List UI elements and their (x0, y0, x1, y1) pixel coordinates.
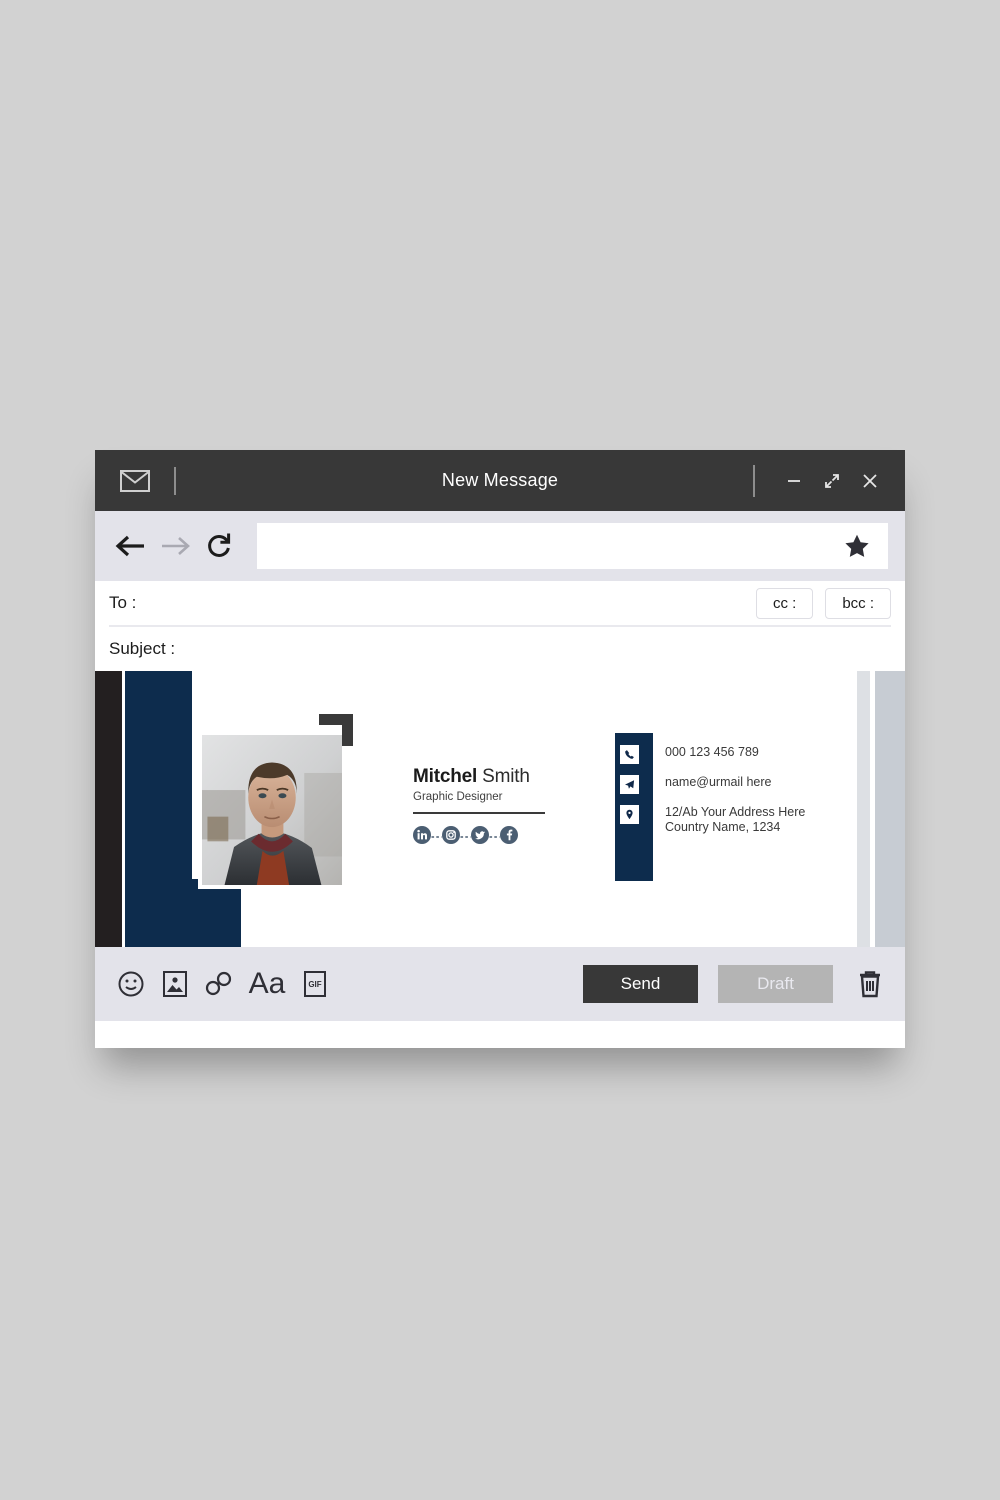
subject-input[interactable] (183, 640, 891, 658)
contact-address-line2: Country Name, 1234 (665, 820, 781, 834)
gif-icon[interactable]: GIF (293, 962, 337, 1006)
signature-last-name: Smith (482, 766, 530, 787)
star-icon[interactable] (842, 531, 872, 561)
contact-row-phone: 000 123 456 789 (620, 745, 805, 764)
decor-right-light-bar (857, 671, 870, 947)
to-row: To : cc : bcc : (109, 581, 891, 627)
title-divider (174, 466, 176, 495)
social-connector-2 (460, 835, 471, 839)
location-pin-icon (620, 805, 639, 824)
cc-button[interactable]: cc : (755, 587, 814, 619)
envelope-icon (120, 469, 150, 492)
decor-navy-horizontal (125, 879, 241, 947)
close-icon[interactable] (853, 464, 887, 498)
contact-list: 000 123 456 789 name@urmail here 12/Ab Y… (620, 745, 805, 846)
contact-row-address: 12/Ab Your Address Here Country Name, 12… (620, 805, 805, 835)
bcc-button[interactable]: bcc : (825, 587, 891, 619)
facebook-icon[interactable] (500, 825, 518, 849)
message-body[interactable]: Mitchel Smith Graphic Designer 000 123 4… (95, 671, 905, 947)
decor-right-gray-bar (875, 671, 905, 947)
search-input[interactable] (267, 523, 842, 569)
link-icon[interactable] (197, 962, 241, 1006)
draft-button[interactable]: Draft (718, 965, 833, 1003)
portrait-photo (198, 731, 346, 889)
linkedin-icon[interactable] (413, 825, 431, 849)
phone-icon (620, 745, 639, 764)
signature-text: Mitchel Smith Graphic Designer (413, 766, 623, 849)
arrow-left-icon[interactable] (109, 524, 153, 568)
arrow-right-icon[interactable] (153, 524, 197, 568)
signature-first-name: Mitchel (413, 766, 478, 787)
trash-icon[interactable] (853, 965, 887, 1003)
text-format-icon[interactable]: Aa (241, 962, 293, 1006)
title-bar: New Message (95, 450, 905, 511)
action-buttons: Send Draft (583, 965, 887, 1003)
contact-address-text: 12/Ab Your Address Here Country Name, 12… (665, 805, 805, 835)
maximize-icon[interactable] (815, 464, 849, 498)
contact-phone-text: 000 123 456 789 (665, 745, 759, 759)
new-message-window: New Message To: cc: bcc: Subject: Mi… (95, 450, 905, 1048)
signature-role: Graphic Designer (413, 791, 503, 803)
image-icon[interactable] (153, 962, 197, 1006)
search-bar[interactable] (257, 523, 888, 569)
subject-label: Subject : (109, 639, 176, 658)
decor-black-bar (95, 671, 122, 947)
to-label: To : (109, 593, 137, 612)
send-button[interactable]: Send (583, 965, 698, 1003)
twitter-icon[interactable] (471, 825, 489, 849)
nav-bar (95, 511, 905, 581)
text-format-label: Aa (248, 967, 286, 1000)
social-connector-1 (431, 835, 442, 839)
signature-name: Mitchel Smith (413, 766, 623, 788)
emoji-icon[interactable] (109, 962, 153, 1006)
compose-toolbar: Aa GIF Send Draft (95, 947, 905, 1021)
subject-row: Subject : (109, 627, 891, 671)
instagram-icon[interactable] (442, 825, 460, 849)
controls-divider (753, 464, 755, 497)
send-plane-icon (620, 775, 639, 794)
gif-label: GIF (308, 979, 322, 989)
corner-bracket-decor (317, 712, 355, 753)
reload-icon[interactable] (197, 524, 241, 568)
social-links (413, 825, 623, 849)
contact-address-line1: 12/Ab Your Address Here (665, 805, 806, 819)
contact-row-email: name@urmail here (620, 775, 805, 794)
window-controls (753, 464, 905, 498)
recipient-fields: To : cc : bcc : Subject : (95, 581, 905, 671)
cc-bcc-group: cc : bcc : (755, 587, 891, 619)
signature-divider (413, 812, 545, 814)
social-connector-3 (489, 835, 500, 839)
contact-email-text: name@urmail here (665, 775, 772, 789)
to-input[interactable] (144, 594, 756, 612)
minimize-icon[interactable] (777, 464, 811, 498)
